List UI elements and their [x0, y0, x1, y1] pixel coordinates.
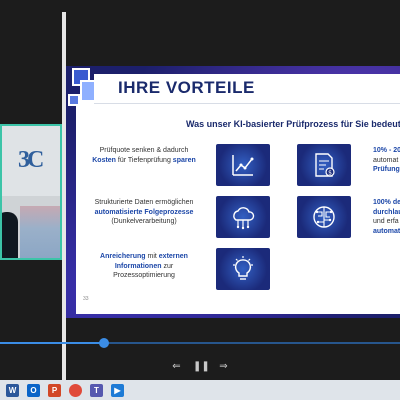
- lightbulb-icon: [216, 248, 270, 290]
- cloud-network-icon: [216, 196, 270, 238]
- benefit-text-5: 100% de durchlau und erfa automat: [373, 199, 400, 235]
- powerpoint-icon[interactable]: P: [48, 383, 61, 397]
- slide-subtitle: Was unser KI-basierter Prüfprozess für S…: [186, 119, 400, 129]
- player-controls: ⇐ ❚❚ ⇒: [170, 360, 230, 374]
- webcam-person: [2, 212, 18, 258]
- webcam-shelf: [20, 206, 60, 258]
- next-icon[interactable]: ⇒: [217, 360, 230, 374]
- svg-text:$: $: [328, 170, 332, 177]
- slide-titlebar: IHRE VORTEILE: [94, 74, 400, 104]
- media-icon[interactable]: ▶: [111, 383, 124, 397]
- benefit-text-1: Prüfquote senken & dadurch Kosten für Ti…: [92, 147, 196, 164]
- deco-square: [68, 94, 80, 106]
- benefit-text-4: 10% - 20 automat Prüfung: [373, 147, 400, 173]
- slide-page-number: 33: [83, 296, 89, 302]
- word-icon[interactable]: W: [6, 383, 19, 397]
- seek-bar-progress: [0, 342, 104, 344]
- presentation-slide: IHRE VORTEILE Was unser KI-basierter Prü…: [66, 66, 400, 318]
- outlook-icon[interactable]: O: [27, 383, 40, 397]
- teams-icon[interactable]: T: [90, 383, 103, 397]
- webcam-feed: 3C: [0, 124, 62, 260]
- benefit-text-3: Anreicherung mit externen Informationen …: [100, 253, 188, 279]
- circuit-brain-icon: [297, 196, 351, 238]
- slide-title: IHRE VORTEILE: [118, 78, 255, 97]
- invoice-money-icon: $: [297, 144, 351, 186]
- pause-icon[interactable]: ❚❚: [193, 360, 210, 374]
- seek-handle[interactable]: [99, 338, 109, 348]
- benefit-text-2: Strukturierte Daten ermöglichen automati…: [94, 199, 194, 225]
- previous-icon[interactable]: ⇐: [170, 360, 183, 374]
- chart-growth-icon: [216, 144, 270, 186]
- chrome-icon[interactable]: [69, 383, 82, 397]
- taskbar: W O P T ▶: [0, 380, 400, 400]
- company-logo: 3C: [18, 147, 44, 173]
